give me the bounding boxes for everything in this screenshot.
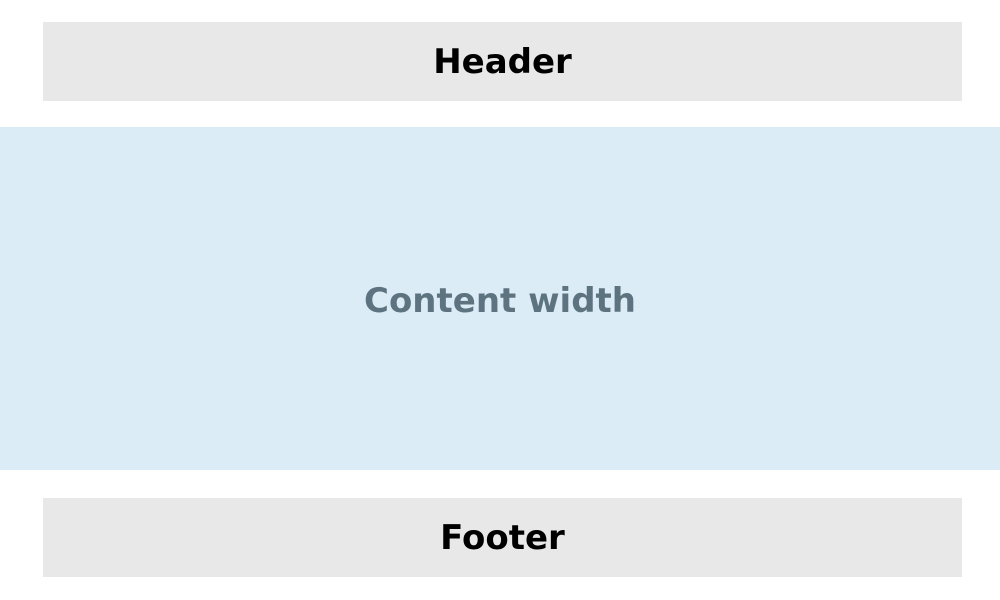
header-label: Header (433, 41, 572, 82)
content-label: Content width (364, 280, 636, 321)
footer-block: Footer (43, 498, 962, 577)
footer-label: Footer (440, 517, 565, 558)
content-block: Content width (0, 127, 1000, 470)
layout-diagram: Header Content width Footer (0, 0, 1000, 600)
header-block: Header (43, 22, 962, 101)
